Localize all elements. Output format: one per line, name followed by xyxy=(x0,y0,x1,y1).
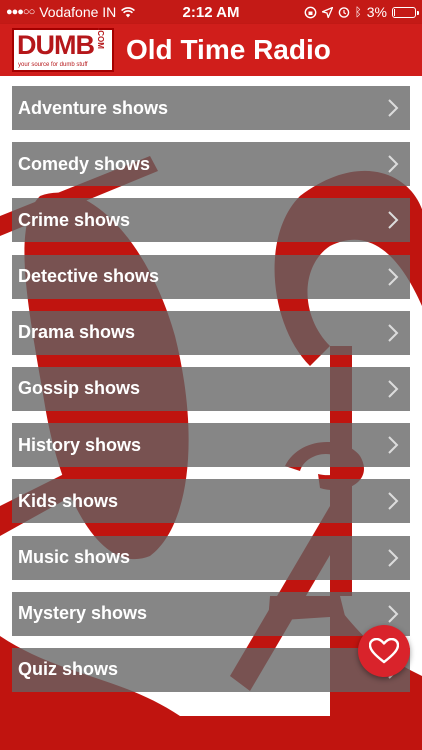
category-row[interactable]: Mystery shows xyxy=(12,591,410,636)
category-row[interactable]: Adventure shows xyxy=(12,86,410,130)
category-label: History shows xyxy=(18,434,142,455)
category-row[interactable]: Kids shows xyxy=(12,479,410,524)
battery-percent: 3% xyxy=(366,4,387,20)
chevron-right-icon xyxy=(388,548,399,567)
category-label: Crime shows xyxy=(18,209,131,230)
category-list: Adventure shows Comedy shows Crime shows De… xyxy=(12,86,410,704)
lock-rotation-icon xyxy=(304,6,316,18)
battery-icon xyxy=(392,6,419,18)
chevron-right-icon xyxy=(388,324,399,342)
chevron-right-icon xyxy=(388,492,399,511)
category-row[interactable]: Detective shows xyxy=(12,254,410,299)
carrier-name: Vodafone IN xyxy=(39,4,117,20)
category-label: Detective shows xyxy=(18,266,160,287)
category-label: Comedy shows xyxy=(18,153,151,174)
category-label: Music shows xyxy=(18,547,131,567)
category-row[interactable]: Music shows xyxy=(12,535,410,580)
category-row[interactable]: Quiz shows xyxy=(12,647,410,692)
category-label: Mystery shows xyxy=(18,603,148,624)
category-label: Quiz shows xyxy=(18,659,119,680)
chevron-right-icon xyxy=(388,267,399,286)
signal-strength-icon: ●●●○○ xyxy=(6,6,35,18)
alarm-clock-icon xyxy=(338,7,349,18)
wifi-icon xyxy=(121,6,136,17)
favorites-button[interactable] xyxy=(358,625,410,677)
chevron-right-icon xyxy=(388,155,399,173)
battery-level xyxy=(394,8,395,16)
category-row[interactable]: Comedy shows xyxy=(12,142,410,187)
status-time: 2:12 AM xyxy=(182,3,240,21)
bluetooth-icon: ᛒ xyxy=(354,5,362,19)
logo-com: .COM xyxy=(96,28,106,49)
logo-text: DUMB xyxy=(17,30,95,60)
logo-tagline: your source for dumb stuff xyxy=(18,62,88,68)
category-label: Kids shows xyxy=(18,490,119,511)
category-row[interactable]: History shows xyxy=(12,423,410,468)
location-arrow-icon xyxy=(321,6,333,18)
category-row[interactable]: Gossip shows xyxy=(12,366,410,411)
dumb-logo: DUMB .COM your source for dumb stuff xyxy=(12,28,114,72)
chevron-right-icon xyxy=(388,99,399,117)
category-label: Gossip shows xyxy=(18,378,141,399)
chevron-right-icon xyxy=(388,211,399,230)
page-title: Old Time Radio xyxy=(126,34,331,65)
chevron-right-icon xyxy=(388,604,399,623)
category-label: Adventure shows xyxy=(18,97,169,118)
nav-bar: DUMB .COM your source for dumb stuff Old… xyxy=(0,24,422,76)
category-row[interactable]: Drama shows xyxy=(12,310,410,355)
chevron-right-icon xyxy=(388,436,399,454)
category-label: Drama shows xyxy=(18,322,136,343)
heart-icon xyxy=(369,638,399,664)
category-row[interactable]: Crime shows xyxy=(12,198,410,243)
chevron-right-icon xyxy=(388,380,399,398)
status-bar: ●●●○○ Vodafone IN 2:12 AM ᛒ 3% xyxy=(0,0,422,24)
